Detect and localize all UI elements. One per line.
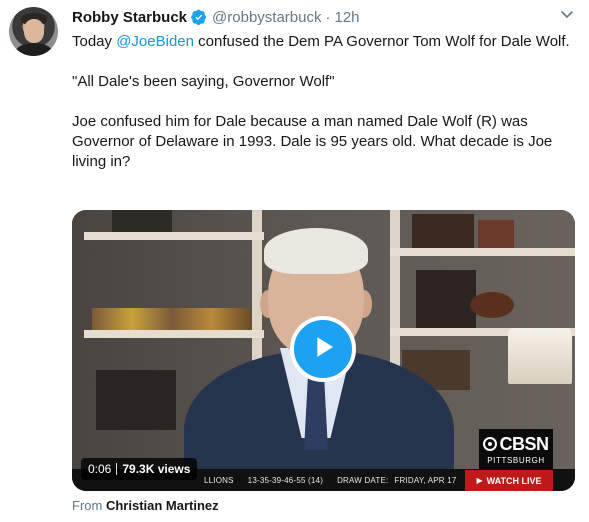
video-attribution: From Christian Martinez (72, 498, 219, 513)
network-logo-wordmark: CBSN (483, 433, 549, 455)
lamp (508, 328, 572, 384)
verified-badge-icon (191, 9, 207, 25)
video-views: 79.3K views (122, 462, 191, 476)
mention-link[interactable]: @JoeBiden (116, 33, 194, 50)
live-label: LIVE (521, 475, 542, 486)
ticker-text: DRAW DATE: (337, 475, 389, 485)
book (478, 220, 514, 248)
watch-live-banner: ▶ WATCH LIVE (465, 470, 553, 491)
hair (264, 228, 368, 274)
network-name: CBSN (499, 433, 549, 454)
video-duration-badge: 0:06 79.3K views (81, 458, 198, 480)
author-handle[interactable]: @robbystarbuck (212, 9, 321, 26)
ticker-text: FRIDAY, APR 17 (394, 475, 457, 485)
video-player[interactable]: LLIONS 13-35-39-46-55 (14) DRAW DATE: FR… (72, 210, 575, 491)
network-sub: PITTSBURGH (487, 455, 545, 465)
tweet: Robby Starbuck @robbystarbuck · 12h Toda… (0, 0, 589, 522)
badge-divider (116, 463, 118, 475)
avatar-shirt (15, 43, 53, 56)
tweet-header: Robby Starbuck @robbystarbuck · 12h (72, 6, 589, 28)
watch-label: WATCH (486, 475, 519, 486)
source-account-link[interactable]: Christian Martinez (106, 498, 219, 513)
shelf (84, 232, 264, 240)
tweet-text-part: Today (72, 33, 117, 50)
from-label: From (72, 498, 103, 513)
author-name[interactable]: Robby Starbuck (72, 9, 187, 26)
play-button[interactable] (290, 316, 356, 382)
ticker-text: LLIONS (204, 475, 234, 485)
cbs-eye-icon (483, 437, 498, 451)
avatar-face (24, 19, 44, 43)
chevron-down-icon[interactable] (559, 6, 575, 22)
shelf (390, 248, 575, 256)
header-separator: · (325, 8, 331, 26)
play-icon (306, 330, 340, 369)
book (92, 308, 252, 330)
play-arrow-icon: ▶ (476, 476, 483, 485)
book (416, 270, 476, 328)
author-avatar[interactable] (9, 7, 58, 56)
book (412, 214, 474, 248)
book (112, 210, 172, 232)
tweet-text: Today @JoeBiden confused the Dem PA Gove… (72, 32, 577, 172)
video-duration: 0:06 (88, 462, 112, 476)
football (470, 292, 514, 318)
ticker-text: 13-35-39-46-55 (14) (247, 475, 324, 485)
book (96, 370, 176, 430)
tweet-text-part: confused the Dem PA Governor Tom Wolf fo… (72, 33, 570, 170)
network-logo: CBSN PITTSBURGH (479, 429, 553, 469)
shelf (84, 330, 264, 338)
tweet-timestamp[interactable]: 12h (334, 9, 359, 26)
